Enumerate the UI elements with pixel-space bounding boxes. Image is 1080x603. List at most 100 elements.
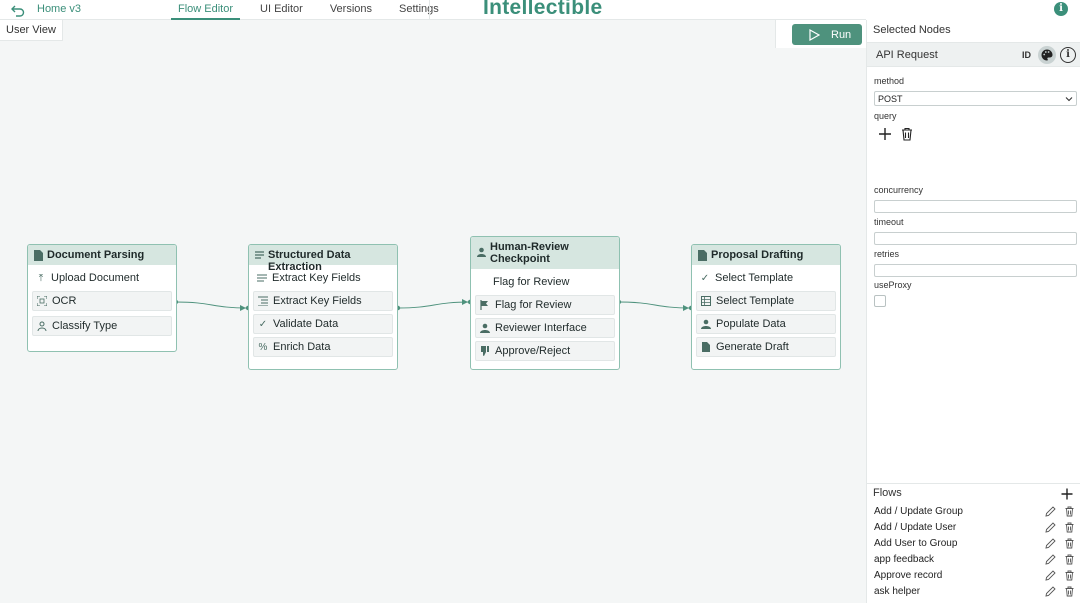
row-label: Reviewer Interface: [495, 322, 587, 334]
row-label: Select Template: [716, 295, 795, 307]
trash-icon[interactable]: [1064, 586, 1075, 597]
run-button[interactable]: Run: [792, 24, 862, 45]
node-row[interactable]: Approve/Reject: [475, 341, 615, 361]
trash-icon[interactable]: [1064, 570, 1075, 581]
check-icon: ✓: [700, 272, 710, 284]
node-row[interactable]: Flag for Review: [475, 272, 615, 292]
plus-icon[interactable]: [878, 127, 892, 141]
flow-list-item[interactable]: Add / Update Group: [874, 505, 1078, 520]
tab-settings[interactable]: Settings: [392, 0, 446, 20]
info-icon[interactable]: i: [1054, 2, 1068, 16]
flow-name: ask helper: [874, 586, 921, 597]
flow-list-item[interactable]: ask helper: [874, 585, 1078, 600]
node-header: Document Parsing: [28, 245, 176, 265]
node-row[interactable]: Select Template: [696, 291, 836, 311]
row-label: Select Template: [715, 272, 794, 284]
percent-icon: %: [258, 341, 268, 353]
node-row[interactable]: OCR: [32, 291, 172, 311]
node-row[interactable]: Extract Key Fields: [253, 268, 393, 288]
node-row[interactable]: Generate Draft: [696, 337, 836, 357]
row-label: Validate Data: [273, 318, 339, 330]
node-row[interactable]: Reviewer Interface: [475, 318, 615, 338]
node-human-review-checkpoint[interactable]: Human-Review Checkpoint Flag for Review …: [470, 236, 620, 370]
check-icon: ✓: [258, 318, 268, 330]
node-header: Human-Review Checkpoint: [471, 237, 619, 269]
method-select[interactable]: POST: [874, 91, 1077, 106]
flow-list-item[interactable]: Add / Update User: [874, 521, 1078, 536]
trash-icon[interactable]: [1064, 522, 1075, 533]
trash-icon[interactable]: [1064, 554, 1075, 565]
upload-icon: ⤒: [38, 272, 44, 284]
id-toggle[interactable]: ID: [1022, 50, 1031, 60]
node-row[interactable]: % Enrich Data: [253, 337, 393, 357]
palette-icon[interactable]: [1038, 46, 1056, 64]
node-title: Proposal Drafting: [711, 249, 804, 261]
pencil-icon[interactable]: [1045, 506, 1056, 517]
tab-divider: [429, 0, 430, 20]
view-label: User View: [0, 20, 63, 41]
node-structured-data-extraction[interactable]: Structured Data Extraction Extract Key F…: [248, 244, 398, 370]
flow-list-item[interactable]: app feedback: [874, 553, 1078, 568]
row-label: Approve/Reject: [495, 345, 571, 357]
pencil-icon[interactable]: [1045, 570, 1056, 581]
top-bar: Home v3 Flow Editor UI Editor Versions S…: [0, 0, 866, 20]
tab-versions[interactable]: Versions: [323, 0, 379, 20]
node-row[interactable]: ✓ Select Template: [696, 268, 836, 288]
row-label: Extract Key Fields: [272, 272, 361, 284]
method-label: method: [874, 76, 905, 86]
row-label: Classify Type: [52, 320, 118, 332]
home-link[interactable]: Home v3: [37, 3, 81, 15]
pencil-icon[interactable]: [1045, 554, 1056, 565]
timeout-input[interactable]: [874, 232, 1077, 245]
useproxy-checkbox[interactable]: [874, 295, 886, 307]
pencil-icon[interactable]: [1045, 538, 1056, 549]
pencil-icon[interactable]: [1045, 522, 1056, 533]
concurrency-input[interactable]: [874, 200, 1077, 213]
node-row[interactable]: ⤒ Upload Document: [32, 268, 172, 288]
list-icon: [258, 296, 268, 306]
document-icon: [698, 250, 707, 261]
selected-node-header: API Request ID i: [867, 42, 1080, 67]
brand-logo: Intellectible: [483, 0, 603, 19]
node-title: Human-Review Checkpoint: [490, 241, 569, 265]
flow-name: app feedback: [874, 554, 935, 565]
flag-icon: [480, 300, 490, 310]
flow-list-item[interactable]: Approve record: [874, 569, 1078, 584]
flow-name: Add User to Group: [874, 538, 958, 549]
editor-tabs: Flow Editor UI Editor Versions Settings: [171, 0, 459, 20]
node-row[interactable]: Flag for Review: [475, 295, 615, 315]
add-flow-plus-icon[interactable]: [1061, 488, 1073, 500]
row-label: Enrich Data: [273, 341, 331, 353]
trash-icon[interactable]: [1064, 538, 1075, 549]
panel-title: Selected Nodes: [873, 24, 951, 36]
node-row[interactable]: ✓ Validate Data: [253, 314, 393, 334]
tag-icon: [37, 321, 47, 331]
row-label: Flag for Review: [493, 276, 570, 288]
pencil-icon[interactable]: [1045, 586, 1056, 597]
useproxy-label: useProxy: [874, 280, 912, 290]
undo-arrow-icon[interactable]: [10, 2, 26, 18]
run-label: Run: [831, 28, 852, 41]
info-icon[interactable]: i: [1060, 47, 1076, 63]
node-proposal-drafting[interactable]: Proposal Drafting ✓ Select Template Sele…: [691, 244, 841, 370]
node-row[interactable]: Extract Key Fields: [253, 291, 393, 311]
selected-node-name: API Request: [876, 49, 938, 61]
tab-flow-editor[interactable]: Flow Editor: [171, 0, 241, 20]
flow-list-item[interactable]: Add User to Group: [874, 537, 1078, 552]
flows-title: Flows: [873, 487, 902, 499]
scan-icon: [37, 296, 47, 306]
flow-name: Add / Update User: [874, 522, 957, 533]
trash-icon[interactable]: [1064, 506, 1075, 517]
row-label: Generate Draft: [716, 341, 789, 353]
query-label: query: [874, 111, 897, 121]
trash-icon[interactable]: [900, 127, 914, 141]
lines-icon: [257, 273, 267, 283]
retries-label: retries: [874, 249, 900, 259]
row-label: Populate Data: [716, 318, 786, 330]
node-row[interactable]: Classify Type: [32, 316, 172, 336]
table-icon: [701, 296, 711, 306]
node-row[interactable]: Populate Data: [696, 314, 836, 334]
tab-ui-editor[interactable]: UI Editor: [253, 0, 310, 20]
retries-input[interactable]: [874, 264, 1077, 277]
node-document-parsing[interactable]: Document Parsing ⤒ Upload Document OCR C…: [27, 244, 177, 352]
